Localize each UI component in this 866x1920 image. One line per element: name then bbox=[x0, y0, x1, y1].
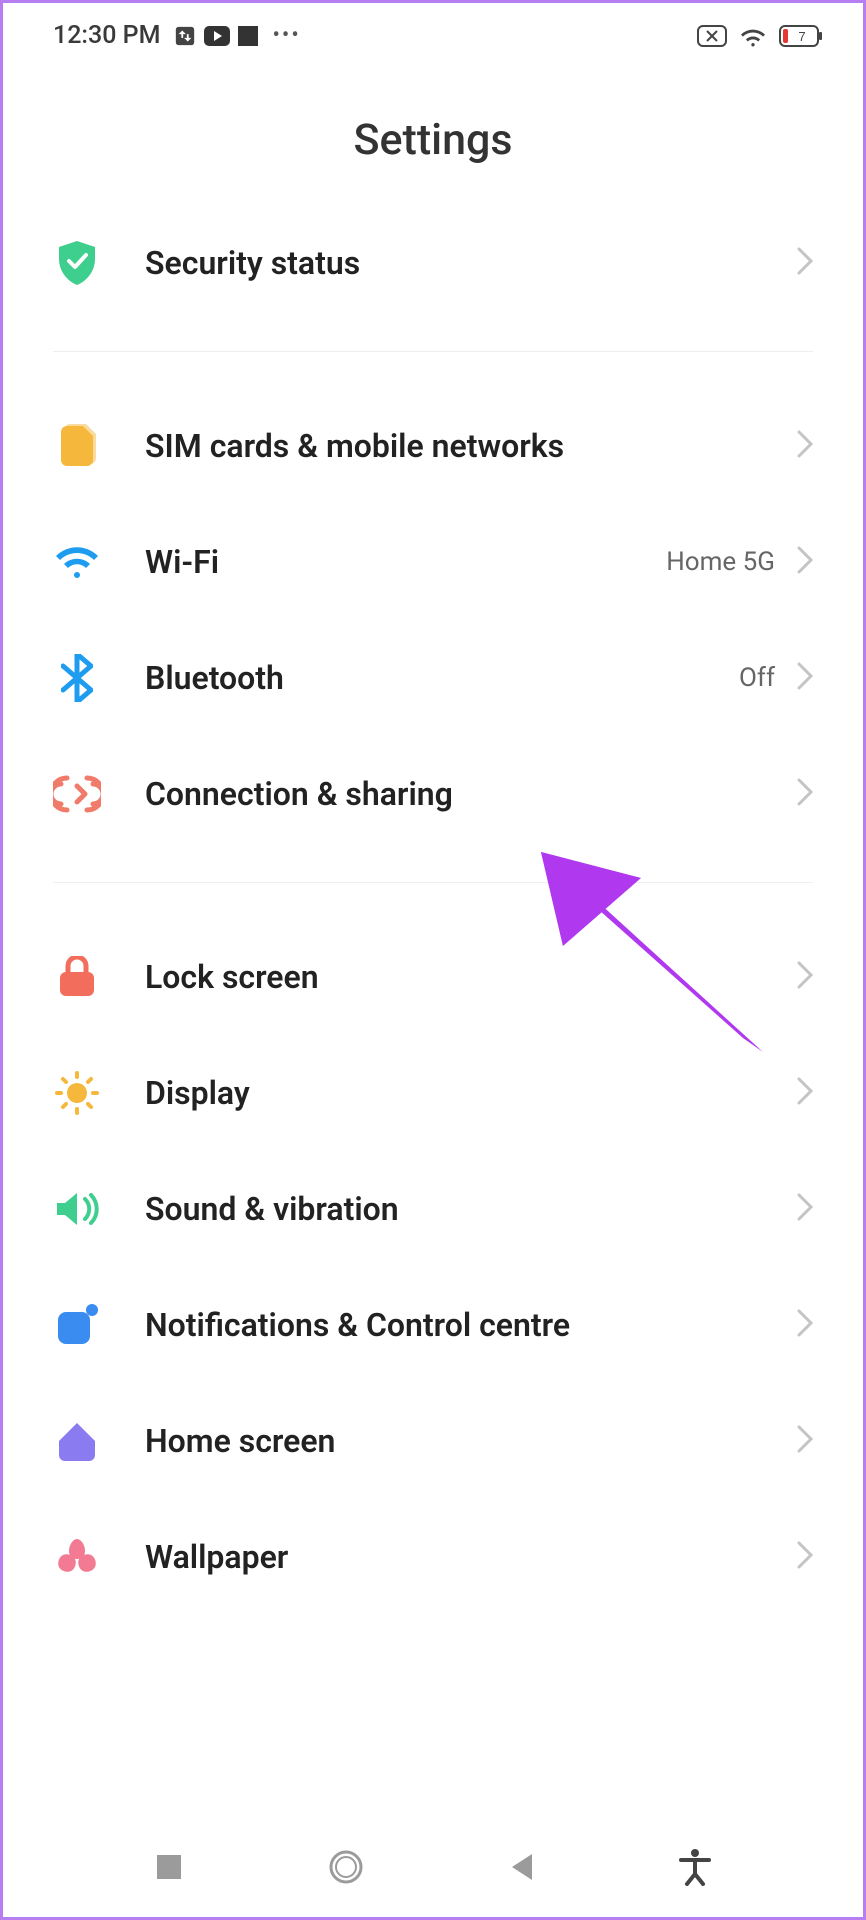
row-notifications[interactable]: Notifications & Control centre bbox=[3, 1267, 863, 1383]
row-label: Wallpaper bbox=[145, 1538, 797, 1576]
nav-back-button[interactable] bbox=[508, 1852, 534, 1886]
chevron-right-icon bbox=[797, 247, 813, 279]
navigation-bar bbox=[3, 1821, 863, 1917]
row-wallpaper[interactable]: Wallpaper bbox=[3, 1499, 863, 1615]
row-wifi[interactable]: Wi-Fi Home 5G bbox=[3, 504, 863, 620]
notifications-icon bbox=[53, 1301, 101, 1349]
battery-icon: 7 bbox=[779, 25, 823, 47]
nav-accessibility-button[interactable] bbox=[679, 1848, 711, 1890]
chevron-right-icon bbox=[797, 662, 813, 694]
page-title: Settings bbox=[3, 60, 863, 205]
chevron-right-icon bbox=[797, 961, 813, 993]
chevron-right-icon bbox=[797, 430, 813, 462]
row-display[interactable]: Display bbox=[3, 1035, 863, 1151]
bluetooth-icon bbox=[53, 654, 101, 702]
wifi-status-icon bbox=[739, 25, 767, 47]
wifi-icon bbox=[53, 538, 101, 586]
row-connection-sharing[interactable]: Connection & sharing bbox=[3, 736, 863, 852]
status-bar: 12:30 PM ••• 7 bbox=[3, 3, 863, 60]
flower-icon bbox=[53, 1533, 101, 1581]
app-square-icon bbox=[238, 26, 258, 46]
row-label: Lock screen bbox=[145, 958, 797, 996]
row-label: Wi-Fi bbox=[145, 543, 666, 581]
connection-sharing-icon bbox=[53, 770, 101, 818]
row-security-status[interactable]: Security status bbox=[3, 205, 863, 321]
chevron-right-icon bbox=[797, 778, 813, 810]
row-label: SIM cards & mobile networks bbox=[145, 427, 797, 465]
row-label: Notifications & Control centre bbox=[145, 1306, 797, 1344]
sun-icon bbox=[53, 1069, 101, 1117]
shield-check-icon bbox=[53, 239, 101, 287]
row-label: Security status bbox=[145, 244, 797, 282]
lock-icon bbox=[53, 953, 101, 1001]
row-label: Connection & sharing bbox=[145, 775, 797, 813]
settings-list: Security status SIM cards & mobile netwo… bbox=[3, 205, 863, 1615]
row-label: Home screen bbox=[145, 1422, 797, 1460]
row-sim-cards[interactable]: SIM cards & mobile networks bbox=[3, 388, 863, 504]
row-label: Bluetooth bbox=[145, 659, 739, 697]
more-dots-icon: ••• bbox=[272, 23, 300, 48]
row-bluetooth[interactable]: Bluetooth Off bbox=[3, 620, 863, 736]
row-sound-vibration[interactable]: Sound & vibration bbox=[3, 1151, 863, 1267]
row-value: Off bbox=[739, 663, 775, 693]
transfer-icon bbox=[174, 25, 196, 47]
row-label: Display bbox=[145, 1074, 797, 1112]
svg-text:7: 7 bbox=[798, 29, 805, 44]
section-divider bbox=[53, 882, 813, 883]
row-home-screen[interactable]: Home screen bbox=[3, 1383, 863, 1499]
home-icon bbox=[53, 1417, 101, 1465]
chevron-right-icon bbox=[797, 1425, 813, 1457]
nav-recent-button[interactable] bbox=[155, 1853, 183, 1885]
chevron-right-icon bbox=[797, 1077, 813, 1109]
chevron-right-icon bbox=[797, 1309, 813, 1341]
row-value: Home 5G bbox=[666, 547, 775, 577]
chevron-right-icon bbox=[797, 546, 813, 578]
youtube-icon bbox=[204, 26, 230, 46]
row-label: Sound & vibration bbox=[145, 1190, 797, 1228]
speaker-icon bbox=[53, 1185, 101, 1233]
no-sim-icon bbox=[697, 25, 727, 47]
section-divider bbox=[53, 351, 813, 352]
chevron-right-icon bbox=[797, 1541, 813, 1573]
sim-card-icon bbox=[53, 422, 101, 470]
row-lock-screen[interactable]: Lock screen bbox=[3, 919, 863, 1035]
chevron-right-icon bbox=[797, 1193, 813, 1225]
nav-home-button[interactable] bbox=[328, 1849, 364, 1889]
status-time: 12:30 PM bbox=[53, 21, 160, 50]
